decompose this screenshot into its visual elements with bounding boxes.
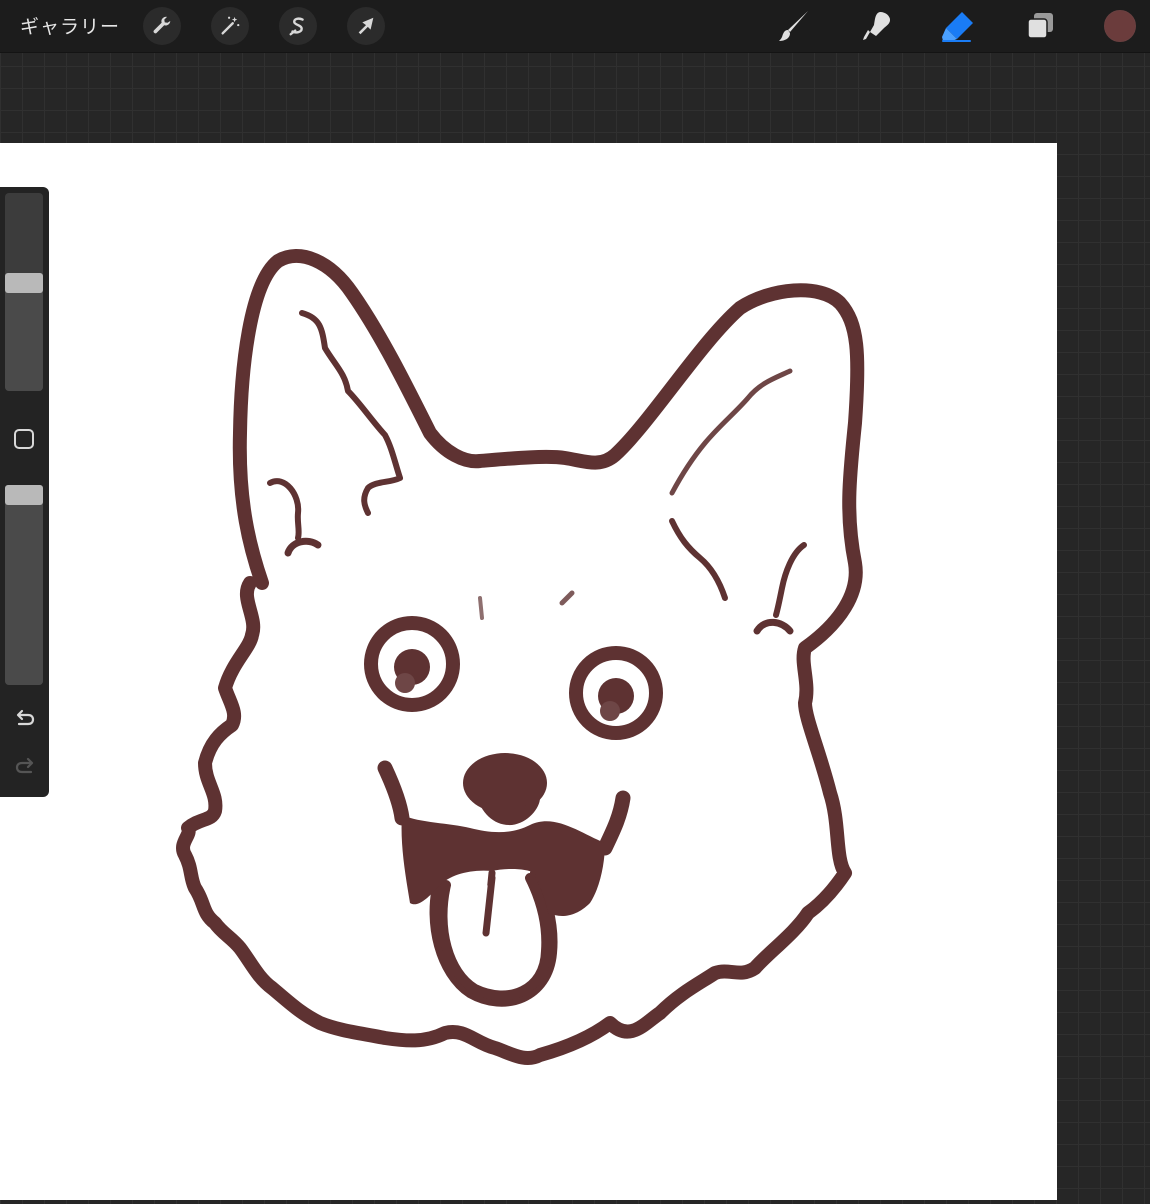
eraser-tool-button[interactable] (938, 6, 978, 46)
transform-button[interactable] (347, 7, 385, 45)
selection-s-icon (289, 17, 304, 36)
smudge-tool-button[interactable] (856, 6, 896, 46)
gallery-button[interactable]: ギャラリー (20, 12, 120, 39)
eraser-icon (942, 12, 973, 42)
layers-button[interactable] (1020, 6, 1060, 46)
arrow-cursor-icon (358, 17, 374, 35)
drawing-canvas[interactable] (0, 143, 1057, 1200)
opacity-slider[interactable] (5, 485, 43, 685)
side-toolbar (0, 187, 49, 797)
color-picker-button[interactable] (1104, 10, 1136, 42)
wrench-icon (153, 16, 171, 34)
redo-button[interactable] (12, 752, 38, 778)
smudge-icon (863, 12, 890, 40)
brush-size-slider[interactable] (5, 193, 43, 391)
opacity-fill (5, 495, 43, 685)
adjustments-button[interactable] (211, 7, 249, 45)
top-toolbar: ギャラリー (0, 0, 1150, 53)
modify-button[interactable] (14, 429, 34, 449)
brush-icon (779, 11, 808, 41)
brush-size-fill (5, 283, 43, 391)
undo-icon (16, 709, 35, 726)
brush-size-thumb[interactable] (5, 273, 43, 294)
layers-icon (1027, 13, 1053, 39)
opacity-thumb[interactable] (5, 485, 43, 505)
corgi-drawing (176, 249, 865, 1065)
magic-wand-icon (221, 16, 240, 35)
brush-tool-button[interactable] (774, 6, 814, 46)
actions-button[interactable] (143, 7, 181, 45)
redo-icon (15, 757, 34, 774)
undo-button[interactable] (12, 704, 38, 730)
selection-button[interactable] (279, 7, 317, 45)
